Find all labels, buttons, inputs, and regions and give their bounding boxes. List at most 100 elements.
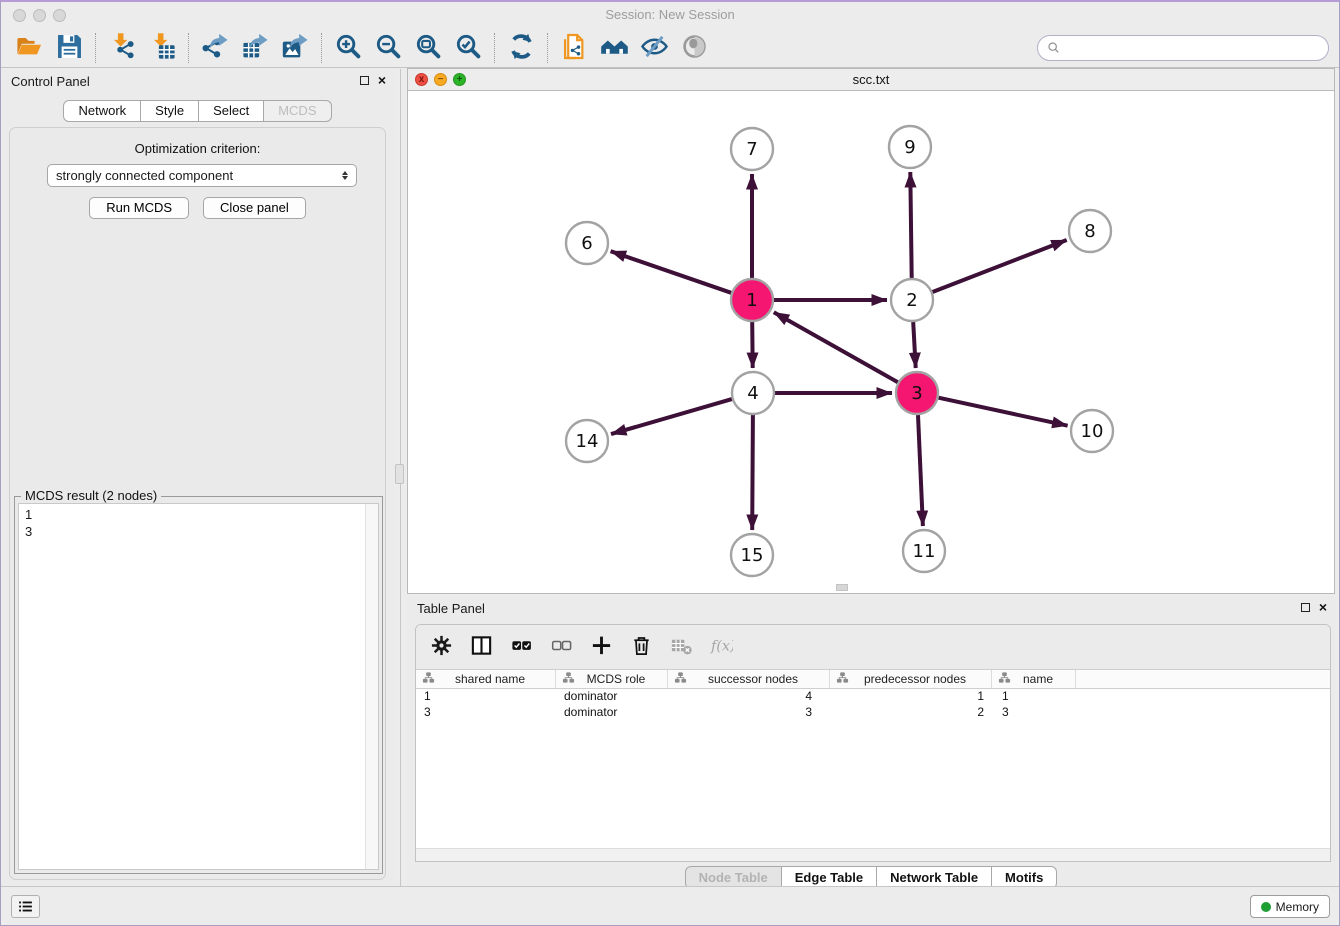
node-15[interactable]: 15 bbox=[731, 534, 773, 576]
node-6[interactable]: 6 bbox=[566, 222, 608, 264]
edge-2-3[interactable] bbox=[913, 322, 916, 368]
network-window-titlebar[interactable]: x − + scc.txt bbox=[408, 69, 1334, 91]
table-row[interactable]: 1dominator411 bbox=[416, 689, 1330, 705]
table-cell[interactable]: 1 bbox=[416, 689, 556, 705]
edge-3-1[interactable] bbox=[774, 312, 898, 382]
svg-text:14: 14 bbox=[576, 431, 599, 452]
table-hscroll[interactable] bbox=[416, 848, 1330, 861]
table-cell[interactable]: 3 bbox=[416, 705, 556, 721]
table-cell[interactable]: 3 bbox=[668, 705, 830, 721]
table-cell[interactable]: 4 bbox=[668, 689, 830, 705]
deselect-all-button[interactable] bbox=[548, 634, 574, 660]
table-cell[interactable]: 3 bbox=[992, 705, 1076, 721]
table-cell[interactable]: dominator bbox=[556, 705, 668, 721]
tab-network[interactable]: Network bbox=[63, 100, 141, 122]
edge-4-15[interactable] bbox=[752, 415, 753, 530]
column-header-successor-nodes[interactable]: successor nodes bbox=[668, 670, 830, 688]
save-session-icon bbox=[55, 32, 84, 64]
list-icon bbox=[17, 898, 34, 915]
network-graph[interactable]: 7 9 6 8 1 2 4 3 14 10 15 11 bbox=[408, 91, 1334, 593]
zoom-out-icon bbox=[374, 32, 403, 64]
export-image-button[interactable] bbox=[275, 32, 315, 64]
memory-button[interactable]: Memory bbox=[1250, 895, 1330, 918]
control-panel-header: Control Panel × bbox=[1, 69, 394, 95]
edge-1-6[interactable] bbox=[611, 251, 732, 293]
search-input[interactable] bbox=[1062, 38, 1328, 58]
node-8[interactable]: 8 bbox=[1069, 210, 1111, 252]
edge-1-4[interactable] bbox=[752, 322, 753, 368]
memory-label: Memory bbox=[1276, 900, 1319, 914]
control-panel: Control Panel × NetworkStyleSelectMCDS O… bbox=[1, 69, 394, 886]
column-header-shared-name[interactable]: shared name bbox=[416, 670, 556, 688]
function-builder-icon: f(x) bbox=[710, 634, 733, 660]
node-table-container: f(x) shared nameMCDS rolesuccessor nodes… bbox=[415, 624, 1331, 862]
hide-selected-button[interactable] bbox=[634, 32, 674, 64]
network-canvas[interactable]: 7 9 6 8 1 2 4 3 14 10 15 11 bbox=[408, 91, 1334, 593]
table-cell[interactable]: dominator bbox=[556, 689, 668, 705]
tab-select[interactable]: Select bbox=[199, 100, 264, 122]
add-row-button[interactable] bbox=[588, 634, 614, 660]
node-10[interactable]: 10 bbox=[1071, 410, 1113, 452]
delete-row-button[interactable] bbox=[628, 634, 654, 660]
edge-3-10[interactable] bbox=[939, 398, 1068, 426]
edge-3-11[interactable] bbox=[918, 415, 923, 526]
search-box[interactable] bbox=[1037, 35, 1329, 61]
table-cell[interactable]: 1 bbox=[992, 689, 1076, 705]
task-history-button[interactable] bbox=[11, 895, 40, 918]
node-2[interactable]: 2 bbox=[891, 279, 933, 321]
criterion-select[interactable]: strongly connected component bbox=[47, 164, 357, 187]
edge-4-14[interactable] bbox=[611, 399, 732, 434]
select-all-button[interactable] bbox=[508, 634, 534, 660]
edge-2-8[interactable] bbox=[933, 240, 1067, 292]
column-header-name[interactable]: name bbox=[992, 670, 1076, 688]
node-1[interactable]: 1 bbox=[731, 279, 773, 321]
node-9[interactable]: 9 bbox=[889, 126, 931, 168]
open-session-button[interactable] bbox=[9, 32, 49, 64]
refresh-layout-button[interactable] bbox=[501, 32, 541, 64]
save-session-button[interactable] bbox=[49, 32, 89, 64]
settings-button[interactable] bbox=[428, 634, 454, 660]
clone-network-button[interactable] bbox=[554, 32, 594, 64]
toolbar-separator bbox=[321, 33, 322, 63]
show-columns-button[interactable] bbox=[468, 634, 494, 660]
column-header-predecessor-nodes[interactable]: predecessor nodes bbox=[830, 670, 992, 688]
run-mcds-button[interactable]: Run MCDS bbox=[89, 197, 189, 219]
column-header-MCDS-role[interactable]: MCDS role bbox=[556, 670, 668, 688]
node-3[interactable]: 3 bbox=[896, 372, 938, 414]
node-11[interactable]: 11 bbox=[903, 530, 945, 572]
node-14[interactable]: 14 bbox=[566, 420, 608, 462]
node-7[interactable]: 7 bbox=[731, 128, 773, 170]
titlebar: Session: New Session bbox=[1, 2, 1339, 28]
node-4[interactable]: 4 bbox=[732, 372, 774, 414]
attribute-icon bbox=[422, 671, 439, 687]
network-overview-button[interactable] bbox=[594, 32, 634, 64]
edge-2-9[interactable] bbox=[910, 172, 911, 278]
export-table-button[interactable] bbox=[235, 32, 275, 64]
close-panel-icon[interactable]: × bbox=[378, 74, 386, 86]
table-cell[interactable]: 1 bbox=[830, 689, 992, 705]
import-table-button[interactable] bbox=[142, 32, 182, 64]
zoom-out-button[interactable] bbox=[368, 32, 408, 64]
tab-style[interactable]: Style bbox=[141, 100, 199, 122]
panel-splitter-handle[interactable] bbox=[395, 464, 404, 484]
float-table-panel-icon[interactable] bbox=[1301, 603, 1310, 612]
zoom-fit-button[interactable] bbox=[408, 32, 448, 64]
zoom-selected-button[interactable] bbox=[448, 32, 488, 64]
mcds-result-textarea[interactable]: 13 bbox=[18, 503, 379, 870]
export-network-icon bbox=[201, 32, 230, 64]
tab-mcds[interactable]: MCDS bbox=[264, 100, 331, 122]
show-all-button[interactable] bbox=[674, 32, 714, 64]
import-network-button[interactable] bbox=[102, 32, 142, 64]
zoom-in-button[interactable] bbox=[328, 32, 368, 64]
export-network-button[interactable] bbox=[195, 32, 235, 64]
float-panel-icon[interactable] bbox=[360, 76, 369, 85]
network-window-title: scc.txt bbox=[408, 72, 1334, 87]
table-row[interactable]: 3dominator323 bbox=[416, 705, 1330, 721]
canvas-hscroll-thumb[interactable] bbox=[836, 584, 848, 591]
result-scrollbar[interactable] bbox=[365, 504, 378, 869]
close-panel-button[interactable]: Close panel bbox=[203, 197, 306, 219]
table-cell[interactable]: 2 bbox=[830, 705, 992, 721]
import-network-icon bbox=[108, 32, 137, 64]
mcds-result-group: MCDS result (2 nodes) 13 bbox=[14, 496, 383, 874]
close-table-panel-icon[interactable]: × bbox=[1319, 601, 1327, 613]
